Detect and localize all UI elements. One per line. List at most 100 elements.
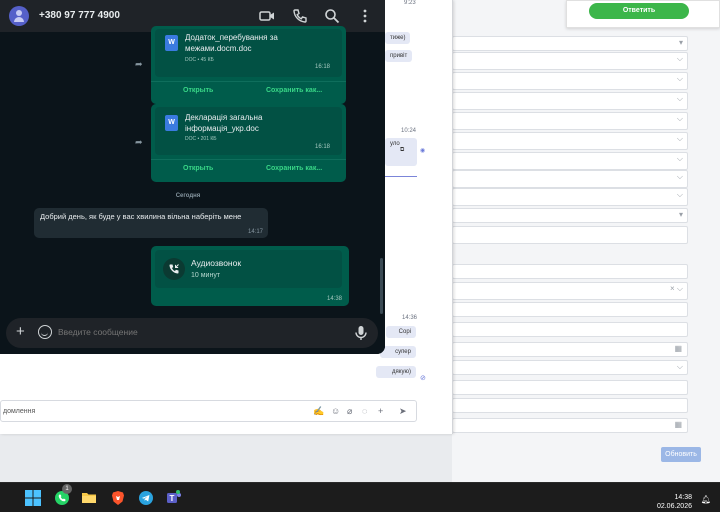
answer-popup: Ответить (566, 0, 720, 28)
crm-date-field[interactable]: ▦ (452, 342, 688, 357)
crm-select[interactable]: ⌵ (452, 92, 688, 110)
crm-select[interactable]: ▾ (452, 208, 688, 223)
crm-select[interactable]: ⌵ (452, 52, 688, 70)
attach-icon[interactable]: ⌀ (347, 406, 352, 417)
scrollbar[interactable] (380, 258, 383, 314)
message-time: 16:18 (314, 64, 330, 70)
save-as-button[interactable]: Сохранить как... (266, 87, 322, 94)
chat-log-bubble: привіт (385, 50, 413, 62)
answer-button[interactable]: Ответить (589, 3, 689, 19)
chat-log-bubble: дякую) (376, 366, 416, 378)
message-time: 14:17 (247, 229, 263, 235)
file-explorer-icon[interactable] (81, 490, 97, 506)
microphone-icon[interactable] (354, 325, 368, 341)
document-name-line: Декларація загальна (185, 113, 263, 122)
incoming-message[interactable]: Добрий день, як буде у вас хвилина вільн… (34, 208, 268, 238)
compose-bar: + (0, 314, 385, 354)
crm-select[interactable]: ⌵ (452, 170, 688, 188)
chat-log-bubble: уло ⧉ (385, 138, 417, 166)
forward-icon[interactable]: ➦ (135, 137, 143, 148)
brave-icon[interactable] (110, 490, 126, 506)
message-list[interactable]: ➦ W Додаток_перебування за межами.docm.d… (0, 26, 385, 314)
document-name-line: інформація_укр.doc (185, 124, 259, 133)
crm-text-field[interactable] (452, 264, 688, 279)
search-icon[interactable] (324, 8, 340, 24)
document-meta: DOC • 45 КБ (185, 57, 214, 63)
attach-plus-icon[interactable]: + (16, 323, 25, 340)
clock-date: 02.06.2026 (656, 503, 692, 510)
chevron-down-icon: ⌵ (676, 172, 683, 181)
open-document-button[interactable]: Открыть (183, 87, 213, 94)
document-actions: Открыть Сохранить как... (151, 159, 346, 179)
save-as-button[interactable]: Сохранить как... (266, 165, 322, 172)
update-button[interactable]: Обновить (661, 447, 701, 462)
taskbar: 1 T 14:38 02.06.2026 🔔︎ (0, 482, 720, 512)
chevron-down-icon: ▾ (678, 210, 683, 219)
crm-select[interactable]: ⌵ (452, 188, 688, 206)
chat-log-bubble: супер (380, 346, 416, 358)
read-check-icon: ⊘ (420, 375, 426, 382)
chevron-down-icon: ⌵ (676, 190, 683, 199)
crm-select[interactable]: ⌵ (452, 132, 688, 150)
plus-icon[interactable]: + (378, 406, 383, 416)
chat-log-input[interactable]: домлення ✍ ☺ ⌀ ◌ + ➤ (0, 400, 417, 422)
message-time: 14:36 (402, 315, 418, 321)
message-text: Добрий день, як буде у вас хвилина вільн… (40, 212, 242, 221)
call-title: Аудиозвонок (191, 258, 242, 268)
windows-icon[interactable] (25, 490, 41, 506)
crm-select[interactable]: ⌵ (452, 360, 688, 375)
teams-icon[interactable]: T (166, 490, 182, 506)
notification-bell-icon[interactable]: 🔔︎ (701, 495, 711, 504)
crm-text-field[interactable] (452, 226, 688, 244)
send-icon[interactable]: ➤ (399, 406, 407, 417)
chat-log-input-placeholder: домлення (3, 408, 36, 415)
format-icon[interactable]: ✍ (313, 406, 324, 417)
document-meta: DOC • 201 КБ (185, 136, 217, 142)
chevron-down-icon: ⌵ (676, 74, 683, 83)
document-card[interactable]: W Декларація загальна інформація_укр.doc… (155, 107, 342, 155)
crm-select[interactable]: ⌵ (452, 112, 688, 130)
calendar-icon[interactable]: ▦ (674, 420, 682, 429)
message-time: 9:23 (404, 0, 416, 6)
telegram-icon[interactable] (138, 490, 154, 506)
phone-icon[interactable] (292, 8, 308, 24)
document-card[interactable]: W Додаток_перебування за межами.docm.doc… (155, 29, 342, 77)
emoji-icon[interactable]: ☺ (331, 406, 340, 416)
crm-select[interactable]: ⌵ (452, 72, 688, 90)
open-document-button[interactable]: Открыть (183, 165, 213, 172)
document-message: W Додаток_перебування за межами.docm.doc… (151, 26, 346, 104)
sticker-emoji-icon[interactable] (38, 325, 52, 339)
forward-icon[interactable]: ➦ (135, 59, 143, 70)
document-actions: Открыть Сохранить как... (151, 81, 346, 101)
whatsapp-window: +380 97 777 4900 ➦ W Додаток_перебування… (0, 0, 385, 354)
crm-text-field[interactable] (452, 302, 688, 317)
template-icon[interactable]: ◌ (362, 406, 367, 416)
contact-name[interactable]: +380 97 777 4900 (39, 10, 120, 21)
calendar-icon[interactable]: ▦ (674, 344, 682, 353)
crm-select[interactable]: × ⌵ (452, 282, 688, 300)
day-separator: Сегодня (175, 193, 201, 199)
call-card: Аудиозвонок 10 минут (155, 250, 342, 288)
document-name-line: Додаток_перебування за (185, 33, 278, 42)
incoming-call-icon (163, 258, 185, 280)
compose-box: + (6, 318, 378, 348)
system-clock[interactable]: 14:38 02.06.2026 (657, 493, 692, 511)
divider (385, 176, 417, 177)
crm-text-field[interactable] (452, 380, 688, 395)
attachment-icon: ⧉ (400, 147, 405, 153)
crm-select[interactable]: ▾ (452, 36, 688, 51)
crm-select[interactable]: ⌵ (452, 152, 688, 170)
avatar[interactable] (9, 6, 29, 26)
crm-text-field[interactable] (452, 322, 688, 337)
menu-icon[interactable] (357, 8, 373, 24)
message-input[interactable] (58, 327, 338, 337)
video-call-icon[interactable] (259, 8, 275, 24)
crm-date-field[interactable]: ▦ (452, 418, 688, 433)
message-time: 14:38 (326, 296, 342, 302)
call-message[interactable]: Аудиозвонок 10 минут 14:38 (151, 246, 349, 306)
clear-select-icon[interactable]: × ⌵ (670, 284, 683, 294)
chevron-down-icon: ⌵ (676, 362, 683, 371)
svg-text:T: T (170, 494, 175, 503)
document-name: Декларація загальна інформація_укр.doc (185, 112, 325, 134)
crm-text-field[interactable] (452, 398, 688, 413)
